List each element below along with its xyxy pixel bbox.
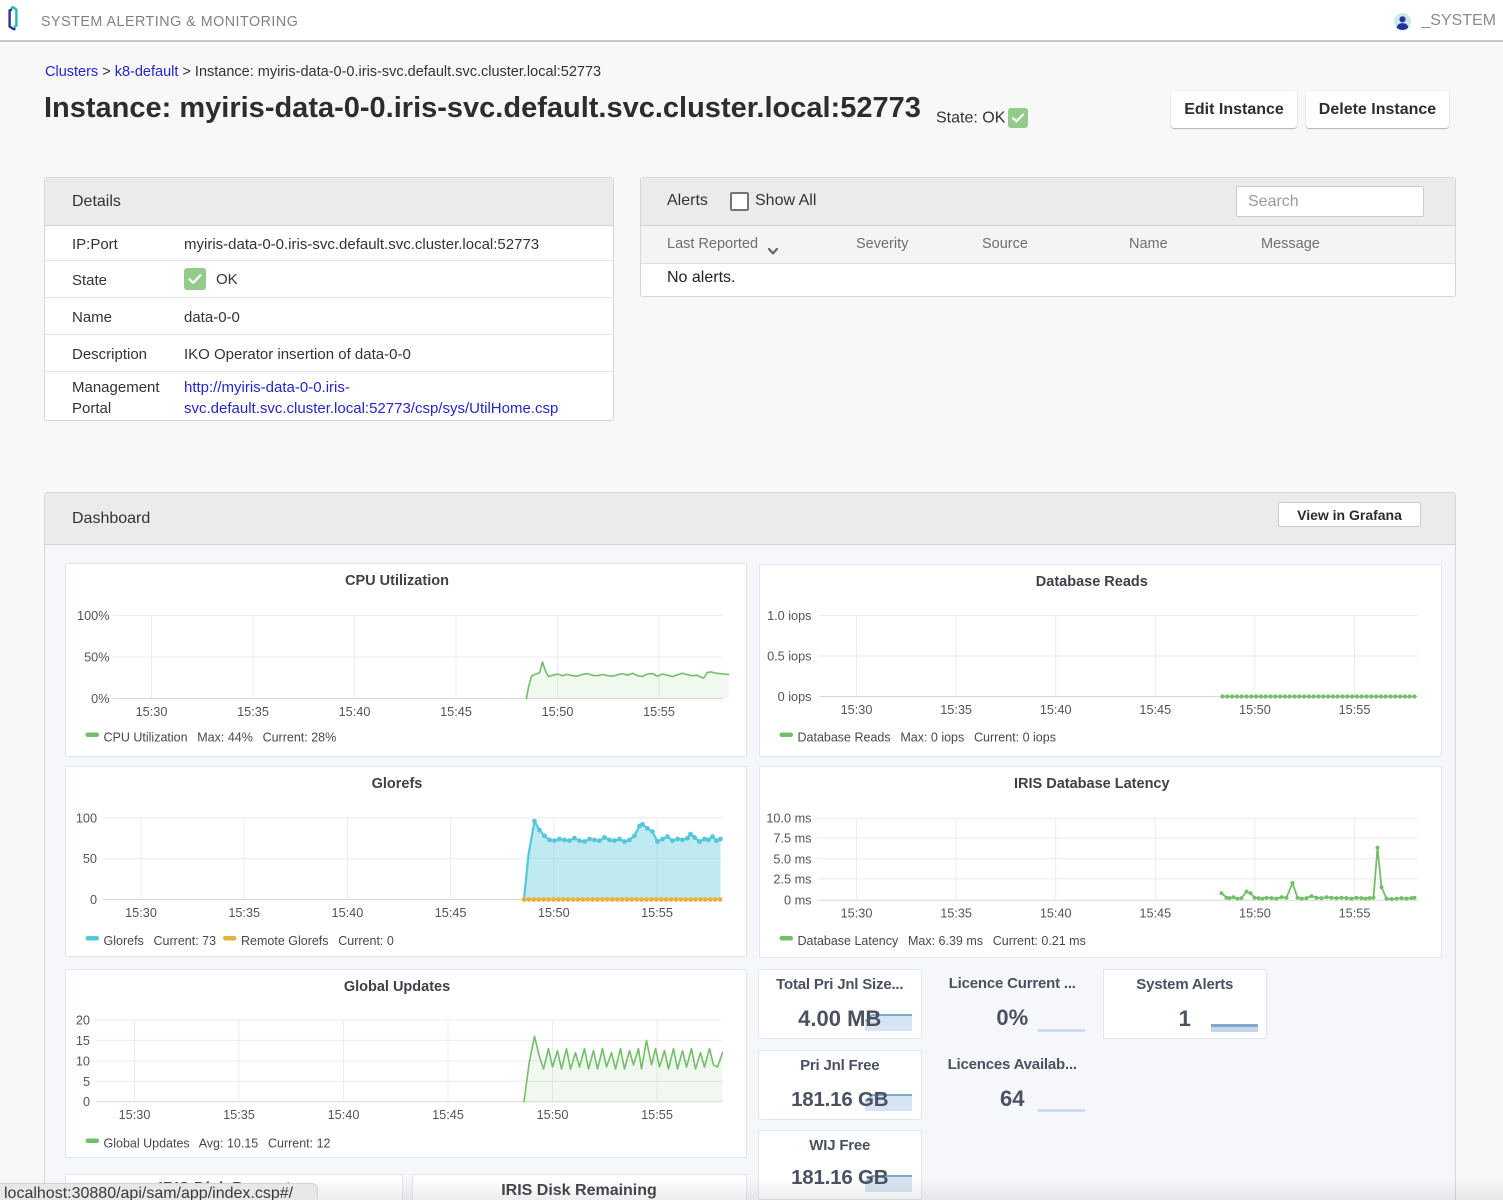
svg-text:15:45: 15:45 — [1139, 906, 1171, 920]
svg-text:15:55: 15:55 — [641, 906, 673, 920]
svg-text:15:35: 15:35 — [237, 705, 269, 719]
svg-text:15:50: 15:50 — [541, 705, 573, 719]
svg-text:15:55: 15:55 — [1338, 703, 1370, 717]
svg-text:Glorefs Current: 73: Glorefs Current: 73 — [103, 934, 216, 948]
svg-text:15:40: 15:40 — [1039, 703, 1071, 717]
svg-text:15:40: 15:40 — [338, 705, 370, 719]
svg-text:15:30: 15:30 — [125, 906, 157, 920]
svg-text:7.5 ms: 7.5 ms — [773, 831, 811, 845]
svg-text:5.0 ms: 5.0 ms — [773, 852, 811, 866]
svg-text:15: 15 — [75, 1033, 89, 1047]
svg-text:15:50: 15:50 — [1239, 703, 1271, 717]
svg-text:15:55: 15:55 — [643, 705, 675, 719]
svg-text:15:35: 15:35 — [223, 1108, 255, 1122]
svg-text:15:45: 15:45 — [1139, 703, 1171, 717]
svg-text:0%: 0% — [91, 692, 109, 706]
svg-text:Database Reads Max: 0 iops C: Database Reads Max: 0 iops Current: 0 io… — [797, 730, 1055, 744]
svg-text:10.0 ms: 10.0 ms — [766, 811, 811, 825]
svg-text:20: 20 — [75, 1013, 89, 1027]
svg-text:CPU Utilization: CPU Utilization — [345, 573, 449, 589]
svg-text:15:50: 15:50 — [536, 1108, 568, 1122]
svg-text:15:50: 15:50 — [1239, 906, 1271, 920]
svg-text:15:40: 15:40 — [327, 1108, 359, 1122]
svg-text:0: 0 — [82, 1095, 89, 1109]
svg-text:15:55: 15:55 — [1338, 906, 1370, 920]
svg-text:15:40: 15:40 — [331, 906, 363, 920]
svg-text:Remote Glorefs Current: 0: Remote Glorefs Current: 0 — [241, 934, 394, 948]
svg-text:0: 0 — [89, 893, 96, 907]
svg-text:15:55: 15:55 — [641, 1108, 673, 1122]
svg-text:15:35: 15:35 — [228, 906, 260, 920]
svg-text:15:45: 15:45 — [440, 705, 472, 719]
svg-text:1.0 iops: 1.0 iops — [767, 609, 811, 623]
svg-text:IRIS Database Latency: IRIS Database Latency — [1014, 776, 1170, 792]
svg-text:15:30: 15:30 — [118, 1108, 150, 1122]
svg-text:15:30: 15:30 — [840, 703, 872, 717]
svg-text:5: 5 — [82, 1074, 89, 1088]
svg-text:Database Reads: Database Reads — [1035, 574, 1147, 590]
svg-text:50%: 50% — [84, 650, 109, 664]
svg-text:Glorefs: Glorefs — [371, 776, 422, 792]
svg-text:15:30: 15:30 — [135, 705, 167, 719]
svg-text:Database Latency Max: 6.39 ms: Database Latency Max: 6.39 ms Current: 0… — [797, 934, 1085, 948]
svg-text:10: 10 — [75, 1054, 89, 1068]
svg-text:0 iops: 0 iops — [777, 690, 811, 704]
svg-text:0.5 iops: 0.5 iops — [767, 649, 811, 663]
svg-text:15:45: 15:45 — [432, 1108, 464, 1122]
svg-text:15:50: 15:50 — [537, 906, 569, 920]
svg-text:Global Updates: Global Updates — [343, 979, 449, 995]
svg-text:15:35: 15:35 — [940, 703, 972, 717]
svg-text:15:35: 15:35 — [940, 906, 972, 920]
svg-text:50: 50 — [82, 852, 96, 866]
svg-text:15:45: 15:45 — [434, 906, 466, 920]
svg-text:Global Updates Avg: 10.15 Cu: Global Updates Avg: 10.15 Current: 12 — [103, 1136, 330, 1150]
svg-text:100%: 100% — [77, 609, 109, 623]
svg-text:2.5 ms: 2.5 ms — [773, 872, 811, 886]
svg-text:15:40: 15:40 — [1039, 906, 1071, 920]
svg-text:CPU Utilization Max: 44% Cur: CPU Utilization Max: 44% Current: 28% — [103, 730, 336, 744]
svg-text:0 ms: 0 ms — [784, 893, 812, 907]
svg-text:100: 100 — [75, 811, 96, 825]
svg-text:15:30: 15:30 — [840, 906, 872, 920]
